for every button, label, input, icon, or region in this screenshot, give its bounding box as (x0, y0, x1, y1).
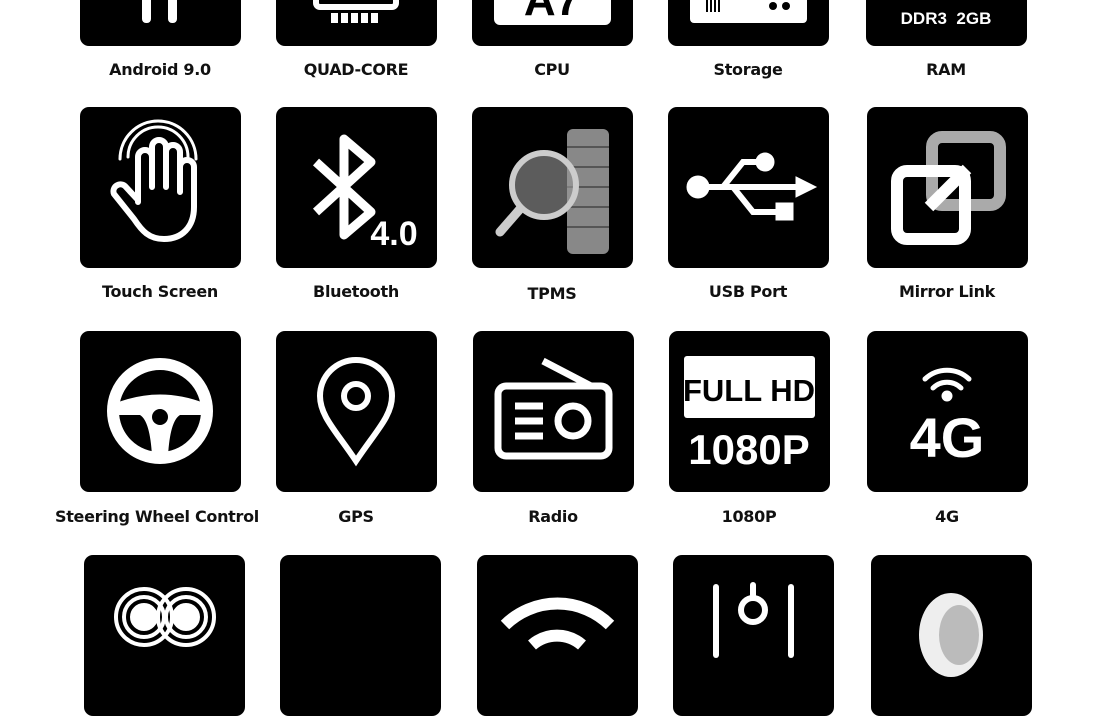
4g-tile: 4G (867, 331, 1028, 492)
cpu-a7-icon: A7 (494, 0, 611, 25)
touch-screen-tile (80, 107, 241, 268)
ram-icon: DDR3 2GB (901, 9, 992, 28)
svg-text:FULL HD: FULL HD (683, 373, 815, 408)
camera-lens-icon (919, 593, 983, 677)
feature-label: RAM (926, 60, 966, 79)
svg-text:4.0: 4.0 (370, 215, 417, 253)
feature-label: GPS (338, 507, 374, 526)
quad-core-tile (276, 0, 437, 46)
camera-eyes-icon (114, 587, 216, 647)
map-pin-icon (316, 357, 396, 467)
tire-magnifier-icon (495, 129, 609, 254)
blank-icon (280, 555, 441, 716)
svg-text:DDR3 2GB: DDR3 2GB (901, 9, 992, 28)
android-icon (142, 0, 177, 23)
steering-wheel-tile (80, 331, 241, 492)
steering-wheel-icon (107, 358, 213, 464)
feature-label: Storage (713, 60, 783, 79)
bluetooth-icon: 4.0 (312, 134, 418, 253)
wifi-icon (500, 597, 615, 650)
android-tile (80, 0, 241, 46)
storage-tile (668, 0, 829, 46)
feature-label: Steering Wheel Control (54, 507, 259, 526)
cpu-tile: A7 (472, 0, 633, 46)
svg-text:A7: A7 (524, 0, 580, 25)
equalizer-icon (713, 582, 794, 658)
equalizer-tile (673, 555, 834, 716)
feature-label: Mirror Link (898, 282, 996, 301)
svg-text:4G: 4G (910, 406, 985, 469)
feature-label: Android 9.0 (109, 60, 211, 79)
feature-label: TPMS (527, 284, 577, 303)
blank-tile (280, 555, 441, 716)
feature-label: QUAD-CORE (303, 60, 409, 79)
full-hd-tile: FULL HD 1080P (669, 331, 830, 492)
feature-label: Touch Screen (101, 282, 218, 301)
usb-icon (686, 152, 818, 221)
svg-text:1080P: 1080P (688, 426, 809, 473)
full-hd-icon: FULL HD 1080P (683, 356, 815, 473)
feature-label: Radio (528, 507, 578, 526)
touch-hand-icon (110, 119, 198, 243)
4g-signal-icon: 4G (910, 367, 985, 469)
chip-icon (313, 0, 399, 23)
tpms-tile (472, 107, 633, 268)
radio-icon (494, 357, 613, 460)
camera-tile (84, 555, 245, 716)
mirror-link-tile (867, 107, 1028, 268)
feature-label: 1080P (721, 507, 777, 526)
feature-label: CPU (534, 60, 570, 79)
camera-lens-tile (871, 555, 1032, 716)
ram-tile: DDR3 2GB (866, 0, 1027, 46)
feature-label: USB Port (708, 282, 788, 301)
storage-drive-icon (690, 0, 807, 23)
radio-tile (473, 331, 634, 492)
gps-tile (276, 331, 437, 492)
feature-label: Bluetooth (313, 282, 399, 301)
bluetooth-tile: 4.0 (276, 107, 437, 268)
usb-port-tile (668, 107, 829, 268)
mirror-link-icon (891, 131, 1006, 245)
wifi-tile (477, 555, 638, 716)
feature-label: 4G (935, 507, 959, 526)
